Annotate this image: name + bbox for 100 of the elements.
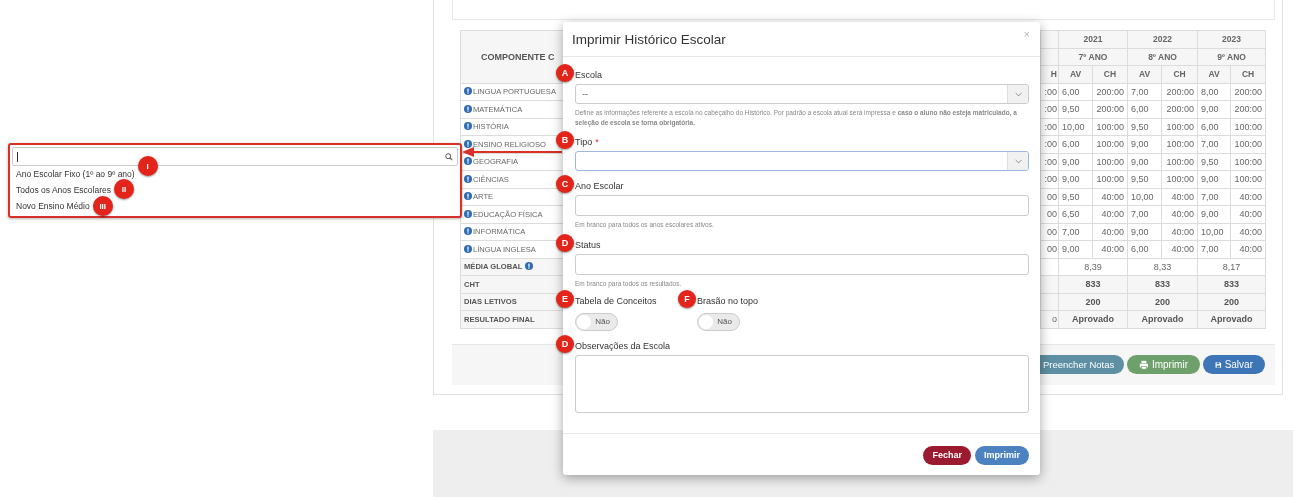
table-cell: 40:00	[1230, 223, 1266, 241]
table-cell: 6,00	[1058, 135, 1093, 153]
table-cell: 200:00	[1230, 100, 1266, 118]
table-cell: 40:00	[1092, 240, 1128, 258]
info-icon	[464, 122, 472, 131]
table-cell: 10,00	[1127, 188, 1162, 206]
field-label: Escola	[575, 70, 602, 80]
toggle-switch[interactable]: Não	[575, 312, 618, 331]
table-cell: 9,00	[1058, 240, 1093, 258]
table-cell: 9,00	[1058, 170, 1093, 188]
step-marker: I	[137, 156, 158, 176]
select-field[interactable]: --	[575, 84, 1029, 104]
table-cell: 6,50	[1058, 205, 1093, 223]
field-label: Ano Escolar	[575, 181, 624, 191]
column-header: 2021	[1058, 30, 1128, 48]
table-cell: 9,50	[1197, 153, 1231, 171]
floppy-icon	[1215, 359, 1222, 370]
info-icon	[464, 174, 472, 183]
field-label: Tabela de Conceitos	[575, 296, 657, 306]
table-cell: 9,00	[1127, 223, 1162, 241]
table-cell: 100:00	[1161, 153, 1198, 171]
table-cell: 8,00	[1197, 83, 1231, 101]
table-cell: 200:00	[1092, 83, 1128, 101]
required-mark: *	[595, 137, 599, 147]
info-icon	[464, 87, 472, 96]
dialog-title: Imprimir Histórico Escolar	[572, 31, 726, 47]
table-cell: 100:00	[1092, 135, 1128, 153]
table-cell: 200:00	[1092, 100, 1128, 118]
table-cell: 10,00	[1058, 118, 1093, 136]
step-marker: D	[556, 233, 574, 252]
table-cell: 9,00	[1197, 100, 1231, 118]
table-cell: 40:00	[1161, 223, 1198, 241]
table-cell: 40:00	[1161, 205, 1198, 223]
dialog-button[interactable]: Fechar	[923, 445, 971, 465]
toggle-switch[interactable]: Não	[697, 312, 740, 331]
dropdown-option[interactable]: Novo Ensino Médio	[16, 201, 90, 211]
table-cell: 6,00	[1127, 240, 1162, 258]
text-area[interactable]	[575, 354, 1029, 413]
table-cell: 40:00	[1161, 240, 1198, 258]
table-cell: 7,00	[1127, 83, 1162, 101]
step-marker: E	[556, 290, 574, 308]
input-field[interactable]	[575, 253, 1029, 275]
table-cell: 9,00	[1058, 153, 1093, 171]
table-cell: 100:00	[1092, 170, 1128, 188]
table-cell: 8,33	[1127, 258, 1198, 276]
table-cell: 40:00	[1230, 188, 1266, 206]
info-icon	[464, 209, 472, 218]
table-cell: 200:00	[1161, 100, 1198, 118]
dropdown-option[interactable]: Todos os Anos Escolares	[16, 185, 111, 195]
printer-icon	[1139, 359, 1149, 370]
info-icon	[464, 192, 472, 201]
action-button[interactable]: Preencher Notas	[1040, 355, 1124, 374]
table-cell: 9,00	[1197, 205, 1231, 223]
table-cell: 6,00	[1197, 118, 1231, 136]
table-cell: 100:00	[1092, 153, 1128, 171]
step-marker: B	[556, 131, 574, 149]
table-cell: 9,00	[1127, 153, 1162, 171]
table-cell: 9,50	[1127, 118, 1162, 136]
step-marker: III	[92, 196, 113, 216]
step-marker: C	[556, 175, 574, 193]
info-icon	[464, 139, 472, 148]
step-marker: F	[678, 290, 696, 308]
input-field[interactable]	[575, 195, 1029, 216]
table-cell: 8,17	[1197, 258, 1266, 276]
field-label: Status	[575, 239, 601, 250]
table-cell: 200:00	[1161, 83, 1198, 101]
chevron-icon	[1014, 91, 1022, 97]
table-cell: 9,50	[1058, 100, 1093, 118]
table-cell: 10,00	[1197, 223, 1231, 241]
table-cell: 7,00	[1197, 188, 1231, 206]
dialog-button[interactable]: Imprimir	[975, 445, 1029, 465]
table-cell: 100:00	[1230, 118, 1266, 136]
table-cell: 40:00	[1092, 205, 1128, 223]
field-label: Tipo	[575, 137, 593, 147]
action-button[interactable]: Salvar	[1203, 355, 1265, 374]
table-cell: 9,50	[1127, 170, 1162, 188]
table-cell: 40:00	[1161, 188, 1198, 206]
info-icon	[464, 227, 472, 236]
table-cell: 100:00	[1230, 170, 1266, 188]
field-label: Brasão no topo	[697, 296, 759, 306]
table-cell: 40:00	[1092, 223, 1128, 241]
table-cell: 100:00	[1230, 135, 1266, 153]
chevron-icon	[1014, 158, 1022, 164]
search-field[interactable]	[12, 147, 458, 166]
info-icon	[464, 104, 472, 113]
table-cell: 100:00	[1092, 118, 1128, 136]
info-icon	[464, 244, 472, 253]
select-field[interactable]	[575, 151, 1029, 171]
step-marker: A	[556, 64, 574, 82]
table-cell: 40:00	[1230, 240, 1266, 258]
table-cell: 7,00	[1197, 135, 1231, 153]
table-cell: 7,00	[1127, 205, 1162, 223]
table-cell: 40:00	[1092, 188, 1128, 206]
column-header: 2023	[1197, 30, 1266, 48]
table-cell: 9,00	[1127, 135, 1162, 153]
table-cell: 40:00	[1230, 205, 1266, 223]
info-icon	[464, 157, 472, 166]
table-cell: 100:00	[1161, 135, 1198, 153]
table-cell: 100:00	[1161, 170, 1198, 188]
dropdown-option[interactable]: Ano Escolar Fixo (1º ao 9º ano)	[16, 169, 135, 179]
